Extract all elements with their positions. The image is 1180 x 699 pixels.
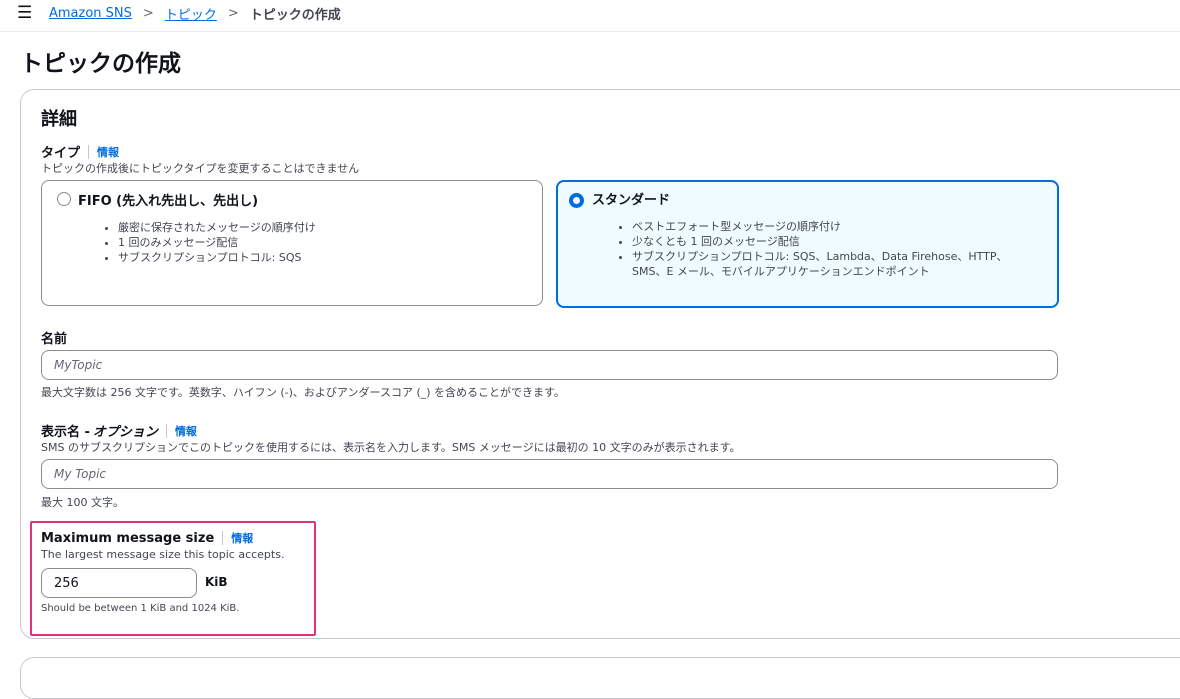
breadcrumb-amazon-sns[interactable]: Amazon SNS — [49, 6, 132, 21]
display-name-label-row: 表示名 - オプション 情報 — [41, 421, 197, 440]
name-label: 名前 — [41, 332, 68, 347]
type-option-fifo[interactable]: FIFO (先入れ先出し、先出し) 厳密に保存されたメッセージの順序付け 1 回… — [41, 180, 543, 306]
display-name-label: 表示名 - — [41, 425, 90, 440]
list-item: 厳密に保存されたメッセージの順序付け — [118, 220, 316, 235]
standard-title: スタンダード — [592, 193, 671, 208]
name-hint: 最大文字数は 256 文字です。英数字、ハイフン (-)、およびアンダースコア … — [41, 386, 565, 399]
name-input[interactable] — [41, 350, 1058, 380]
list-item: サブスクリプションプロトコル: SQS、Lambda、Data Firehose… — [632, 249, 1008, 264]
display-name-hint: 最大 100 文字。 — [41, 496, 124, 509]
chevron-right-icon: > — [142, 6, 154, 21]
max-size-description: The largest message size this topic acce… — [41, 548, 285, 561]
display-name-optional: オプション — [92, 425, 158, 440]
max-size-unit: KiB — [205, 575, 228, 589]
list-item: 1 回のみメッセージ配信 — [118, 235, 316, 250]
fifo-bullets: 厳密に保存されたメッセージの順序付け 1 回のみメッセージ配信 サブスクリプショ… — [102, 220, 316, 265]
name-label-row: 名前 — [41, 328, 67, 347]
chevron-right-icon: > — [227, 6, 239, 21]
max-size-hint: Should be between 1 KiB and 1024 KiB. — [41, 603, 240, 614]
breadcrumb: Amazon SNS > トピック > トピックの作成 — [49, 4, 341, 23]
max-size-label: Maximum message size — [41, 530, 215, 546]
breadcrumb-current: トピックの作成 — [249, 8, 341, 23]
display-name-info-link[interactable]: 情報 — [175, 423, 197, 439]
type-label-row: タイプ 情報 — [41, 142, 119, 161]
top-navigation-bar: ☰ Amazon SNS > トピック > トピックの作成 — [0, 0, 1180, 32]
list-item: サブスクリプションプロトコル: SQS — [118, 250, 316, 265]
max-size-label-row: Maximum message size 情報 — [41, 530, 253, 546]
breadcrumb-topics[interactable]: トピック — [165, 4, 217, 23]
list-item: 少なくとも 1 回のメッセージ配信 — [632, 234, 1008, 249]
max-size-input[interactable] — [41, 568, 197, 598]
type-description: トピックの作成後にトピックタイプを変更することはできません — [41, 162, 360, 175]
standard-radio[interactable] — [569, 193, 584, 208]
type-info-link[interactable]: 情報 — [97, 144, 119, 160]
fifo-radio[interactable] — [57, 192, 71, 206]
next-panel — [20, 657, 1180, 699]
list-item-continuation: SMS、E メール、モバイルアプリケーションエンドポイント — [632, 265, 930, 278]
list-item: ベストエフォート型メッセージの順序付け — [632, 219, 1008, 234]
display-name-description: SMS のサブスクリプションでこのトピックを使用するには、表示名を入力します。S… — [41, 441, 741, 454]
display-name-input[interactable] — [41, 459, 1058, 489]
divider — [165, 423, 167, 438]
max-size-info-link[interactable]: 情報 — [231, 530, 253, 546]
fifo-title: FIFO (先入れ先出し、先出し) — [78, 194, 259, 209]
divider — [222, 531, 224, 545]
hamburger-menu-icon[interactable]: ☰ — [17, 5, 32, 22]
details-section-title: 詳細 — [41, 109, 77, 130]
standard-bullets: ベストエフォート型メッセージの順序付け 少なくとも 1 回のメッセージ配信 サブ… — [616, 219, 1008, 279]
type-option-standard[interactable]: スタンダード ベストエフォート型メッセージの順序付け 少なくとも 1 回のメッセ… — [556, 180, 1059, 308]
page-title: トピックの作成 — [20, 51, 181, 77]
type-label: タイプ — [41, 146, 81, 161]
divider — [88, 144, 90, 159]
